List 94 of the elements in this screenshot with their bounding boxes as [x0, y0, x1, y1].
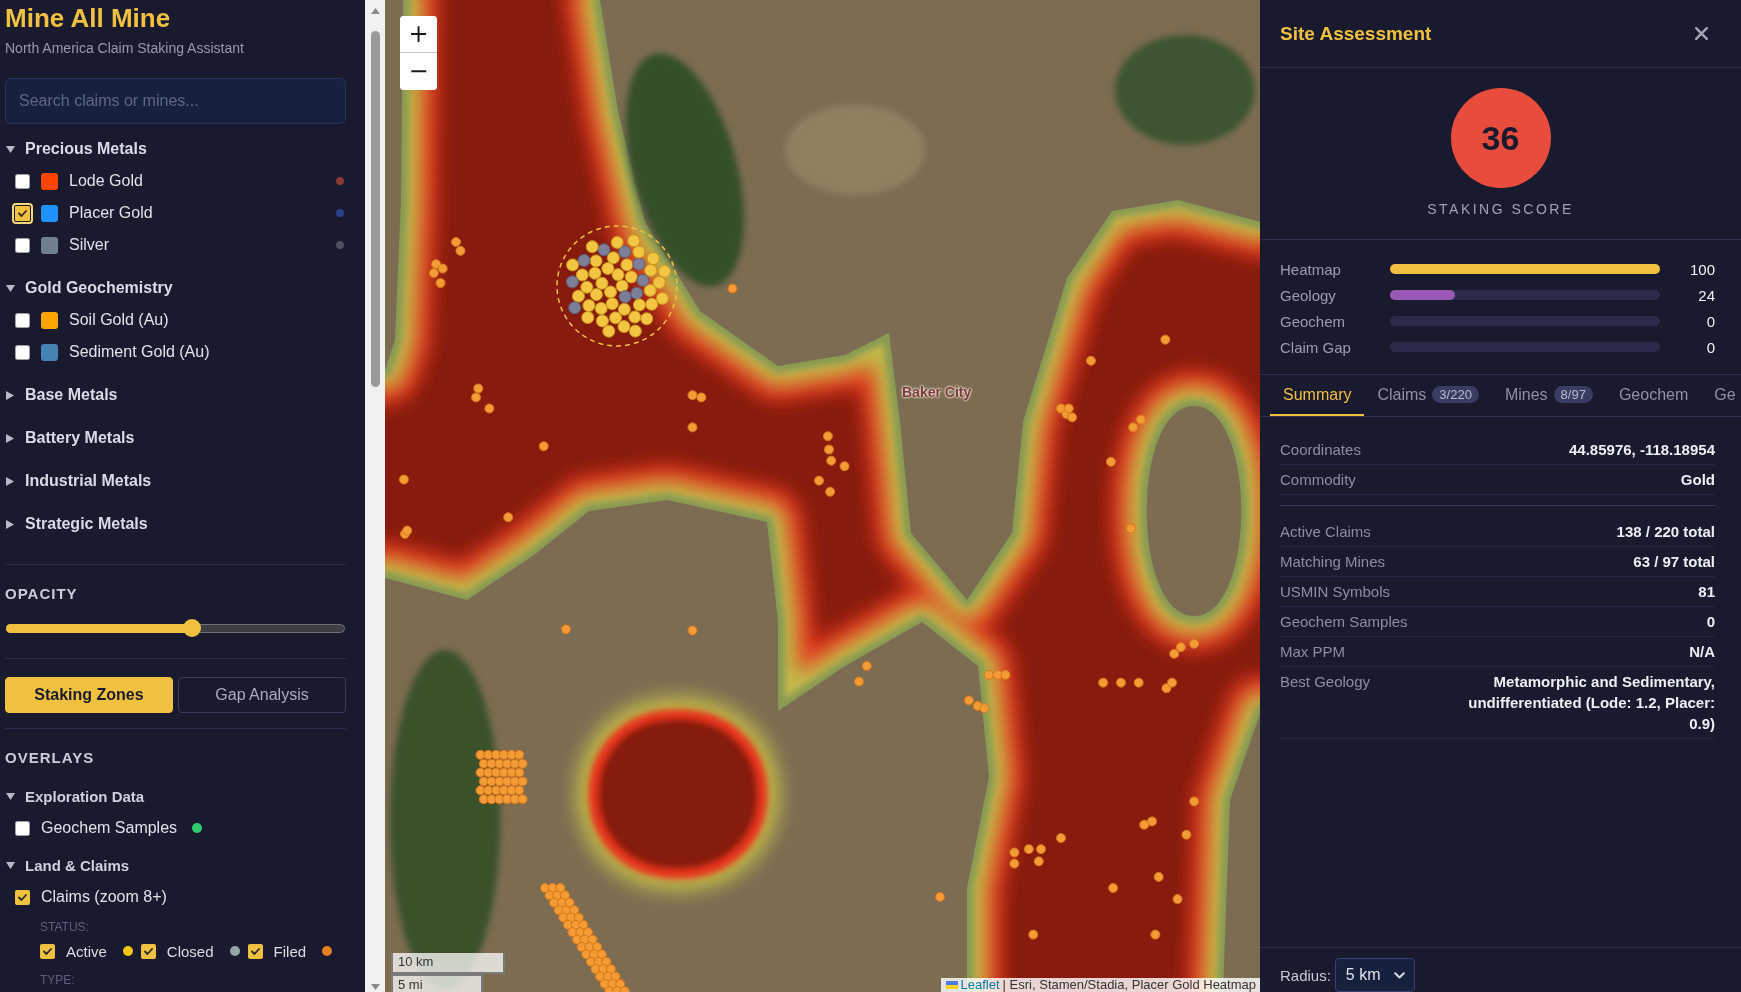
flag-icon [945, 981, 958, 989]
status-label: Filed [273, 942, 307, 960]
close-button[interactable] [1695, 27, 1708, 40]
checkbox[interactable] [247, 943, 263, 959]
checkbox[interactable] [12, 202, 33, 224]
leaflet-link[interactable]: Leaflet [960, 978, 1000, 992]
factor-value: 24 [1698, 286, 1715, 304]
mode-button[interactable]: Gap Analysis [178, 677, 346, 713]
category-toggle[interactable]: Exploration Data [5, 780, 145, 812]
summary-value: 81 [1698, 582, 1715, 602]
category-toggle[interactable]: Industrial Metals [5, 465, 152, 497]
summary-value: 0 [1706, 612, 1715, 632]
panel-tab[interactable]: Summary [1270, 375, 1365, 416]
checkbox[interactable] [15, 173, 30, 189]
scroll-down-icon[interactable] [370, 984, 380, 990]
scale-bar: 5 mi [391, 974, 483, 992]
zoom-in-button[interactable]: + [400, 16, 437, 53]
section-heading: OVERLAYS [5, 748, 95, 768]
summary-value: 63 / 97 total [1633, 552, 1715, 572]
category-toggle[interactable]: Gold Geochemistry [5, 272, 173, 304]
checkbox[interactable] [15, 237, 30, 253]
summary-label: Best Geology [1280, 672, 1371, 692]
app-title: Mine All Mine [5, 4, 171, 33]
factor-value: 0 [1706, 338, 1715, 356]
summary-label: Active Claims [1280, 522, 1371, 542]
summary-label: Matching Mines [1280, 552, 1386, 572]
category-toggle[interactable]: Base Metals [5, 379, 118, 411]
panel-tab[interactable]: Geochem [1605, 375, 1702, 416]
layer-label: Soil Gold (Au) [69, 311, 169, 329]
attribution-text: | Esri, Stamen/Stadia, Placer Gold Heatmap [1002, 978, 1256, 992]
section-heading: OPACITY [5, 584, 78, 604]
summary-value: 138 / 220 total [1616, 522, 1715, 542]
factor-label: Claim Gap [1280, 338, 1351, 356]
summary-label: Geochem Samples [1280, 612, 1408, 632]
layer-label: Lode Gold [69, 172, 143, 190]
status-label: Active [66, 942, 107, 960]
layer-label: Placer Gold [69, 204, 153, 222]
summary-value: N/A [1689, 642, 1715, 662]
scroll-up-icon[interactable] [370, 8, 380, 14]
search-field[interactable]: Search claims or mines... [5, 78, 346, 124]
checkbox[interactable] [15, 820, 30, 836]
summary-label: Max PPM [1280, 642, 1345, 662]
checkmark-icon [43, 947, 52, 955]
app-subtitle: North America Claim Staking Assistant [5, 39, 244, 57]
scale-bar: 10 km [391, 953, 505, 974]
close-icon [1695, 27, 1708, 40]
category-toggle[interactable]: Battery Metals [5, 422, 135, 454]
checkbox[interactable] [15, 344, 30, 360]
status-label: Closed [166, 942, 214, 960]
checkbox[interactable] [15, 889, 30, 905]
summary-label: USMIN Symbols [1280, 582, 1391, 602]
scrollbar-thumb[interactable] [370, 31, 380, 387]
radius-label: Radius: [1280, 966, 1331, 984]
slider-thumb[interactable] [182, 619, 201, 637]
panel-tab[interactable]: Ge [1701, 375, 1741, 416]
mode-button[interactable]: Staking Zones [5, 677, 173, 713]
summary-value: Gold [1680, 470, 1715, 490]
checkmark-icon [250, 947, 260, 955]
layer-label: Claims (zoom 8+) [41, 888, 167, 906]
category-toggle[interactable]: Land & Claims [5, 849, 130, 881]
radius-select[interactable]: 5 km [1334, 958, 1415, 992]
checkbox[interactable] [40, 943, 55, 959]
category-toggle[interactable]: Precious Metals [5, 133, 147, 165]
summary-label: Coordinates [1280, 440, 1361, 460]
checkmark-icon [18, 209, 27, 217]
scrollbar[interactable] [365, 0, 385, 992]
filter-heading: TYPE: [40, 972, 76, 988]
filter-heading: STATUS: [40, 919, 90, 935]
factor-value: 0 [1706, 312, 1715, 330]
panel-title: Site Assessment [1280, 22, 1432, 45]
panel-tab[interactable]: Claims 3/220 [1364, 375, 1492, 416]
opacity-slider[interactable] [6, 619, 345, 637]
place-label: Baker City [902, 384, 972, 400]
category-toggle[interactable]: Strategic Metals [5, 508, 148, 540]
summary-value: Metamorphic and Sedimentary, undifferentiated (Lode: 1.2, Placer: 0.9) [1467, 672, 1715, 734]
factor-value: 100 [1689, 260, 1715, 278]
score-circle: 36 [1450, 88, 1551, 188]
factor-label: Geochem [1280, 312, 1346, 330]
score-label: STAKING SCORE [1427, 200, 1574, 218]
checkbox[interactable] [140, 943, 156, 959]
layer-label: Silver [69, 236, 109, 254]
checkmark-icon [143, 947, 153, 955]
summary-value: 44.85976, -118.18954 [1569, 440, 1715, 460]
factor-label: Heatmap [1280, 260, 1341, 278]
count-badge: 8/97 [1553, 386, 1593, 403]
factor-label: Geology [1280, 286, 1336, 304]
checkbox[interactable] [15, 312, 30, 328]
layer-label: Geochem Samples [41, 819, 178, 837]
panel-tab[interactable]: Mines 8/97 [1491, 375, 1606, 416]
summary-label: Commodity [1280, 470, 1356, 490]
checkmark-icon [18, 893, 27, 901]
chevron-down-icon [1393, 971, 1405, 979]
count-badge: 3/220 [1432, 386, 1479, 403]
layer-label: Sediment Gold (Au) [69, 343, 210, 361]
